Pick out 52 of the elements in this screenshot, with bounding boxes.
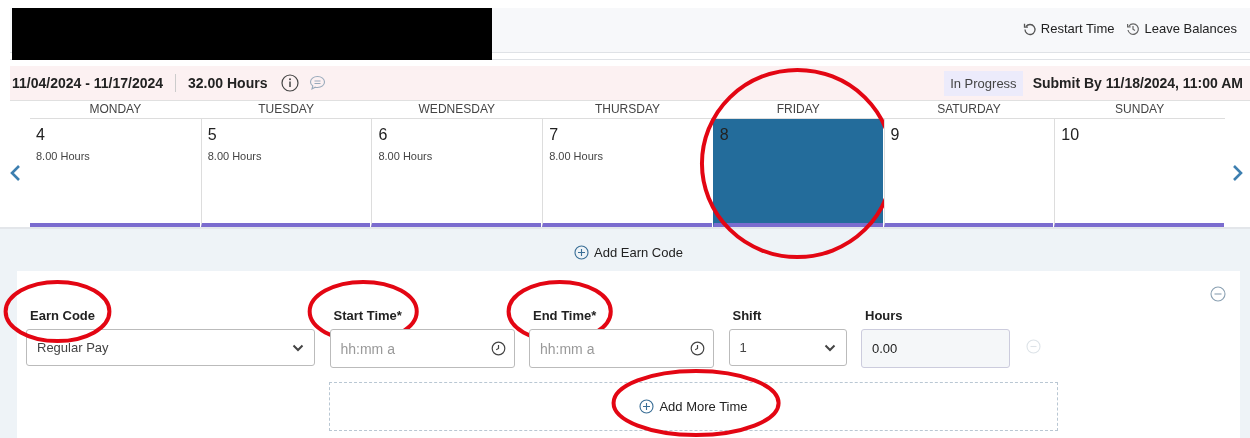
total-hours: 32.00 Hours: [188, 75, 268, 91]
header-link[interactable]: Leave Balances: [1126, 21, 1237, 36]
weekday-label: MONDAY: [88, 101, 143, 118]
day-cell[interactable]: 9: [883, 119, 1054, 227]
day-cell[interactable]: 7 8.00 Hours: [542, 119, 712, 227]
day-number: 6: [378, 126, 389, 144]
remove-icon[interactable]: [1210, 286, 1226, 302]
field-label: Start Time*: [333, 308, 402, 323]
day-number: 5: [207, 126, 218, 144]
field-label: Earn Code: [30, 308, 95, 323]
day-hours: 8.00 Hours: [207, 150, 263, 162]
add-icon: [639, 399, 655, 414]
history-icon: [1126, 21, 1141, 36]
add-earn-code-link[interactable]: Add Earn Code: [574, 245, 683, 260]
select-field[interactable]: Regular Pay: [26, 329, 315, 366]
field-label: Shift: [732, 308, 762, 323]
day-number: 9: [890, 126, 901, 144]
day-cell[interactable]: 6 8.00 Hours: [371, 119, 542, 227]
day-hours: 8.00 Hours: [36, 150, 91, 162]
day-cell[interactable]: 10: [1054, 119, 1224, 227]
day-hours: 8.00 Hours: [378, 150, 434, 162]
weekday-label: THURSDAY: [593, 101, 662, 118]
field-label: Hours: [865, 308, 903, 323]
header-link[interactable]: Restart Time: [1022, 21, 1115, 36]
add-more-time-link[interactable]: Add More Time: [639, 399, 748, 414]
chevron-down-icon: [292, 343, 304, 352]
time-field[interactable]: hh:mm a: [529, 329, 714, 368]
status-badge: In Progress: [944, 70, 1023, 96]
add-icon: [574, 245, 590, 260]
time-field[interactable]: hh:mm a: [329, 329, 515, 368]
field-label: End Time*: [533, 308, 597, 323]
info-icon[interactable]: [281, 74, 300, 92]
clock-icon[interactable]: [690, 341, 705, 356]
submit-deadline: Submit By 11/18/2024, 11:00 AM: [1032, 75, 1243, 91]
day-cell[interactable]: 5 8.00 Hours: [200, 119, 371, 227]
weekday-label: SATURDAY: [936, 101, 1002, 118]
restart-icon: [1022, 21, 1037, 36]
chevron-down-icon: [823, 343, 836, 352]
remove-icon: [1025, 339, 1041, 354]
weekday-label: FRIDAY: [775, 101, 821, 118]
hours-field: 0.00: [861, 329, 1010, 368]
pay-period: 11/04/2024 - 11/17/2024: [12, 75, 164, 91]
weekday-label: TUESDAY: [257, 101, 315, 118]
select-field[interactable]: 1: [728, 329, 847, 366]
day-hours: 8.00 Hours: [549, 150, 604, 162]
day-number: 8: [719, 126, 730, 144]
day-number: 4: [36, 126, 46, 144]
weekday-label: WEDNESDAY: [417, 101, 496, 118]
day-number: 7: [549, 126, 560, 144]
day-number: 10: [1061, 126, 1081, 144]
clock-icon[interactable]: [490, 341, 506, 356]
weekday-label: SUNDAY: [1114, 101, 1166, 118]
